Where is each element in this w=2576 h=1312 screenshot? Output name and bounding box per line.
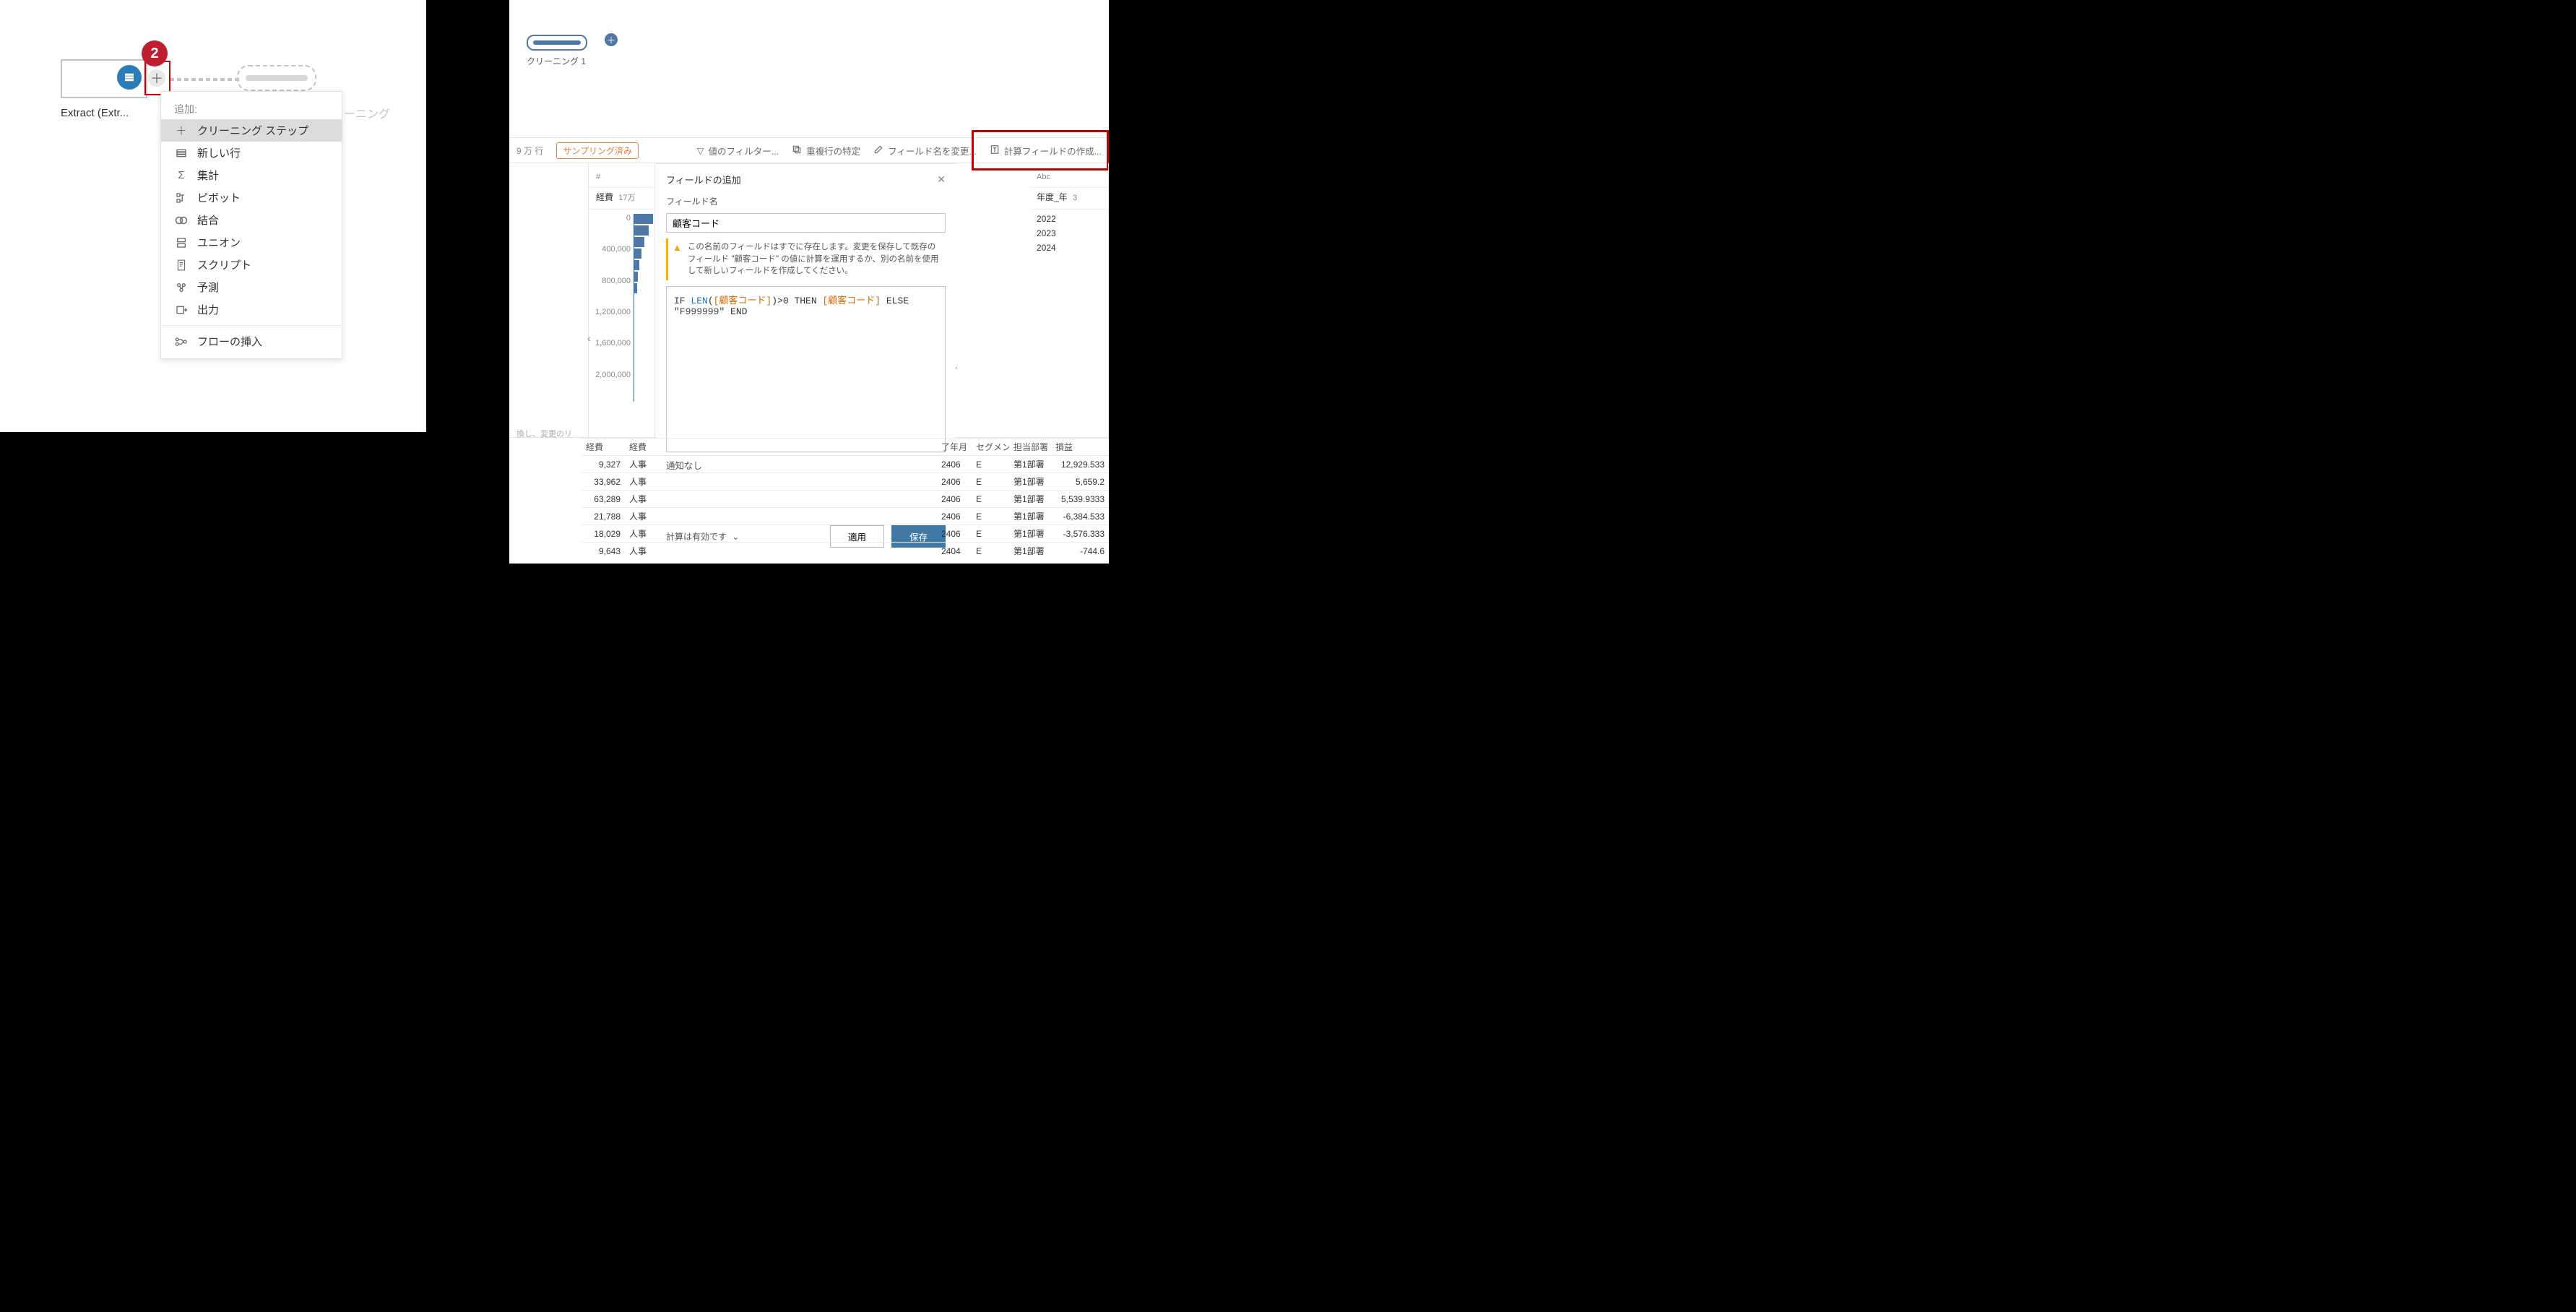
field-name-input[interactable] — [666, 213, 946, 233]
annotation-badge-2: 2 — [142, 40, 168, 66]
year-value[interactable]: 2024 — [1037, 241, 1108, 254]
cleaning-step-label: クリーニング 1 — [527, 55, 586, 67]
col-header[interactable]: 担当部署 — [1009, 439, 1051, 456]
table-row[interactable]: 18,029人事2406E第1部署-3,576.333 — [582, 525, 1109, 543]
menu-item-label: 出力 — [197, 302, 219, 317]
dialog-title: フィールドの追加 — [666, 173, 741, 186]
profile-col-blank: ‹ — [509, 163, 589, 437]
datasource-icon[interactable] — [117, 65, 142, 90]
changes-pane-hint: 換し、変更のリ — [509, 428, 572, 439]
dialog-close-button[interactable]: ✕ — [937, 173, 946, 186]
year-value[interactable]: 2023 — [1037, 227, 1108, 240]
cleaning-step-pill[interactable] — [527, 35, 587, 51]
sampled-badge[interactable]: サンプリング済み — [556, 142, 639, 159]
cleaning-step-node[interactable]: ＋ クリーニング 1 — [527, 35, 587, 67]
warning-icon: ▲ — [673, 241, 682, 277]
join-icon — [174, 213, 189, 228]
menu-new-rows[interactable]: 新しい行 — [161, 142, 342, 164]
string-type-icon: Abc — [1037, 173, 1050, 181]
menu-item-label: 予測 — [197, 280, 219, 295]
filter-values-button[interactable]: ▽ 値のフィルター... — [697, 144, 779, 157]
col-header[interactable]: 経費 — [582, 439, 625, 456]
number-type-icon: # — [596, 173, 600, 181]
plus-icon: ＋ — [174, 124, 189, 138]
filter-icon: ▽ — [697, 145, 704, 156]
table-row[interactable]: 33,962人事2406E第1部署5,659.2 — [582, 473, 1109, 491]
field-name-label: フィールド名 — [666, 195, 946, 207]
col-header[interactable]: 了年月 — [937, 439, 972, 456]
add-after-cleaning-button[interactable]: ＋ — [605, 33, 618, 46]
menu-item-label: 結合 — [197, 212, 219, 228]
col-header[interactable]: 経費 — [625, 439, 661, 456]
right-panel: ＋ クリーニング 1 9 万 行 サンプリング済み ▽ 値のフィルター... 重… — [509, 0, 1109, 564]
rename-field-button[interactable]: フィールド名を変更... — [873, 144, 977, 157]
script-icon — [174, 258, 189, 272]
add-step-menu: 追加: ＋ クリーニング ステップ 新しい行 Σ 集計 ピボット — [160, 91, 342, 359]
pivot-icon — [174, 191, 189, 205]
placeholder-step — [237, 65, 316, 91]
union-icon — [174, 236, 189, 250]
field-title-label: 経費 — [596, 192, 613, 202]
menu-item-label: ピボット — [197, 190, 241, 205]
flow-connector-dashed — [170, 78, 239, 81]
menu-join[interactable]: 結合 — [161, 209, 342, 231]
rename-field-label: フィールド名を変更... — [888, 144, 977, 157]
duplicate-icon — [792, 144, 802, 157]
col-header[interactable]: セグメン — [972, 439, 1009, 456]
menu-predict[interactable]: 予測 — [161, 276, 342, 298]
axis-labels: 0 400,000 800,000 1,200,000 1,600,000 2,… — [589, 214, 634, 402]
year-value[interactable]: 2022 — [1037, 212, 1108, 225]
warning-text: この名前のフィールドはすでに存在します。変更を保存して既存のフィールド "顧客コ… — [688, 241, 941, 277]
rename-icon — [873, 144, 883, 157]
add-menu-title: 追加: — [161, 98, 342, 119]
profile-col-expense[interactable]: # 経費 17万 0 400,000 800,000 1,200,000 1,6… — [589, 163, 655, 437]
warning-message: ▲ この名前のフィールドはすでに存在します。変更を保存して既存のフィールド "顧… — [666, 238, 946, 280]
menu-pivot[interactable]: ピボット — [161, 186, 342, 209]
menu-union[interactable]: ユニオン — [161, 231, 342, 254]
menu-item-label: ユニオン — [197, 235, 241, 250]
left-panel: Extract (Extr... ーニング ＋ 2 追加: ＋ クリーニング ス… — [0, 0, 426, 432]
field-type-number: # — [589, 163, 654, 188]
menu-output[interactable]: 出力 — [161, 298, 342, 321]
menu-script[interactable]: スクリプト — [161, 254, 342, 276]
sigma-icon: Σ — [174, 168, 189, 183]
filter-values-label: 値のフィルター... — [708, 144, 779, 157]
histogram-expense: 0 400,000 800,000 1,200,000 1,600,000 2,… — [589, 214, 654, 402]
rows-icon — [174, 146, 189, 160]
menu-item-label: スクリプト — [197, 257, 251, 272]
menu-item-label: 集計 — [197, 168, 219, 183]
menu-item-label: フローの挿入 — [197, 334, 262, 349]
col-header[interactable]: 損益 — [1051, 439, 1109, 456]
flow-icon — [174, 335, 189, 349]
table-row[interactable]: 63,289人事2406E第1部署5,539.9333 — [582, 491, 1109, 508]
grid-header-row: 経費 経費 了年月 セグメン 担当部署 損益 — [582, 439, 1109, 456]
menu-aggregate[interactable]: Σ 集計 — [161, 164, 342, 186]
identify-duplicates-label: 重複行の特定 — [806, 144, 860, 157]
field-title-label: 年度_年 — [1037, 192, 1068, 202]
field-count-label: 17万 — [618, 194, 635, 202]
formula-editor[interactable]: IF LEN([顧客コード])>0 THEN [顧客コード] ELSE "F99… — [666, 286, 946, 452]
menu-item-label: クリーニング ステップ — [197, 123, 308, 138]
table-row[interactable]: 9,643人事2404E第1部署-744.6 — [582, 543, 1109, 560]
menu-divider — [161, 325, 342, 326]
placeholder-step-label: ーニング — [344, 104, 390, 121]
field-title-year: 年度_年 3 — [1029, 188, 1108, 210]
output-icon — [174, 303, 189, 317]
menu-item-label: 新しい行 — [197, 145, 241, 160]
identify-duplicates-button[interactable]: 重複行の特定 — [792, 144, 860, 157]
field-type-string: Abc — [1029, 163, 1108, 188]
year-values: 2022 2023 2024 — [1029, 210, 1108, 254]
menu-cleaning-step[interactable]: ＋ クリーニング ステップ — [161, 119, 342, 142]
table-row[interactable]: 9,327人事2406E第1部署12,929.533 — [582, 456, 1109, 473]
menu-insert-flow[interactable]: フローの挿入 — [161, 330, 342, 353]
field-title-expense: 経費 17万 — [589, 188, 654, 210]
data-grid[interactable]: 経費 経費 了年月 セグメン 担当部署 損益 9,327人事2406E第1部署1… — [582, 438, 1109, 559]
field-count-label: 3 — [1073, 194, 1077, 202]
source-node-label: Extract (Extr... — [61, 107, 129, 119]
profile-col-year[interactable]: Abc 年度_年 3 2022 2023 2024 — [1029, 163, 1109, 437]
rowcount-label: 9 万 行 — [517, 144, 543, 157]
table-row[interactable]: 21,788人事2406E第1部署-6,384.533 — [582, 508, 1109, 525]
predict-icon — [174, 280, 189, 295]
